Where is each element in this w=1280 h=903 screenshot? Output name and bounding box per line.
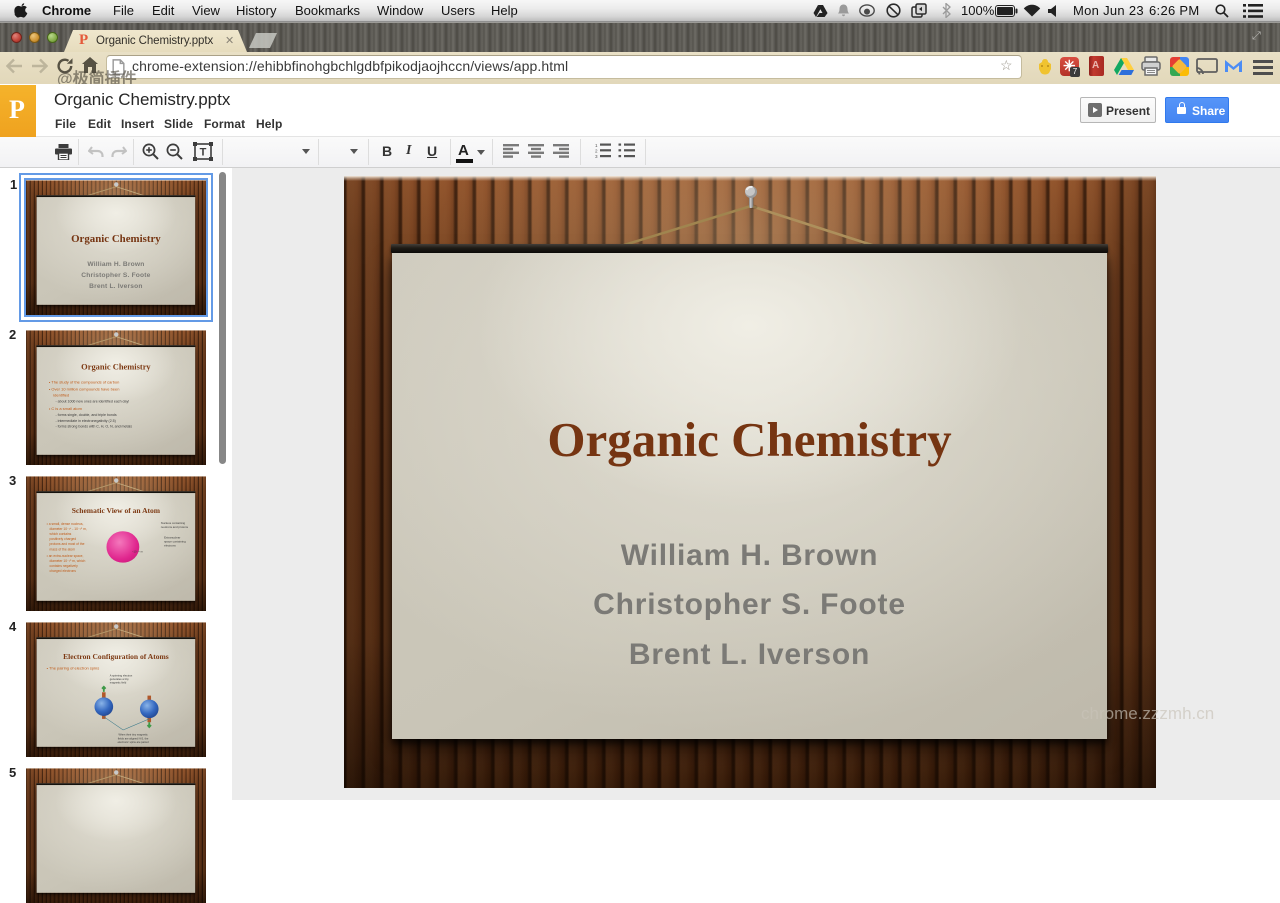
svg-text:3: 3 [595, 154, 598, 158]
svg-text:1: 1 [595, 143, 598, 148]
svg-text:2: 2 [595, 149, 598, 154]
svg-text:T: T [200, 147, 207, 159]
